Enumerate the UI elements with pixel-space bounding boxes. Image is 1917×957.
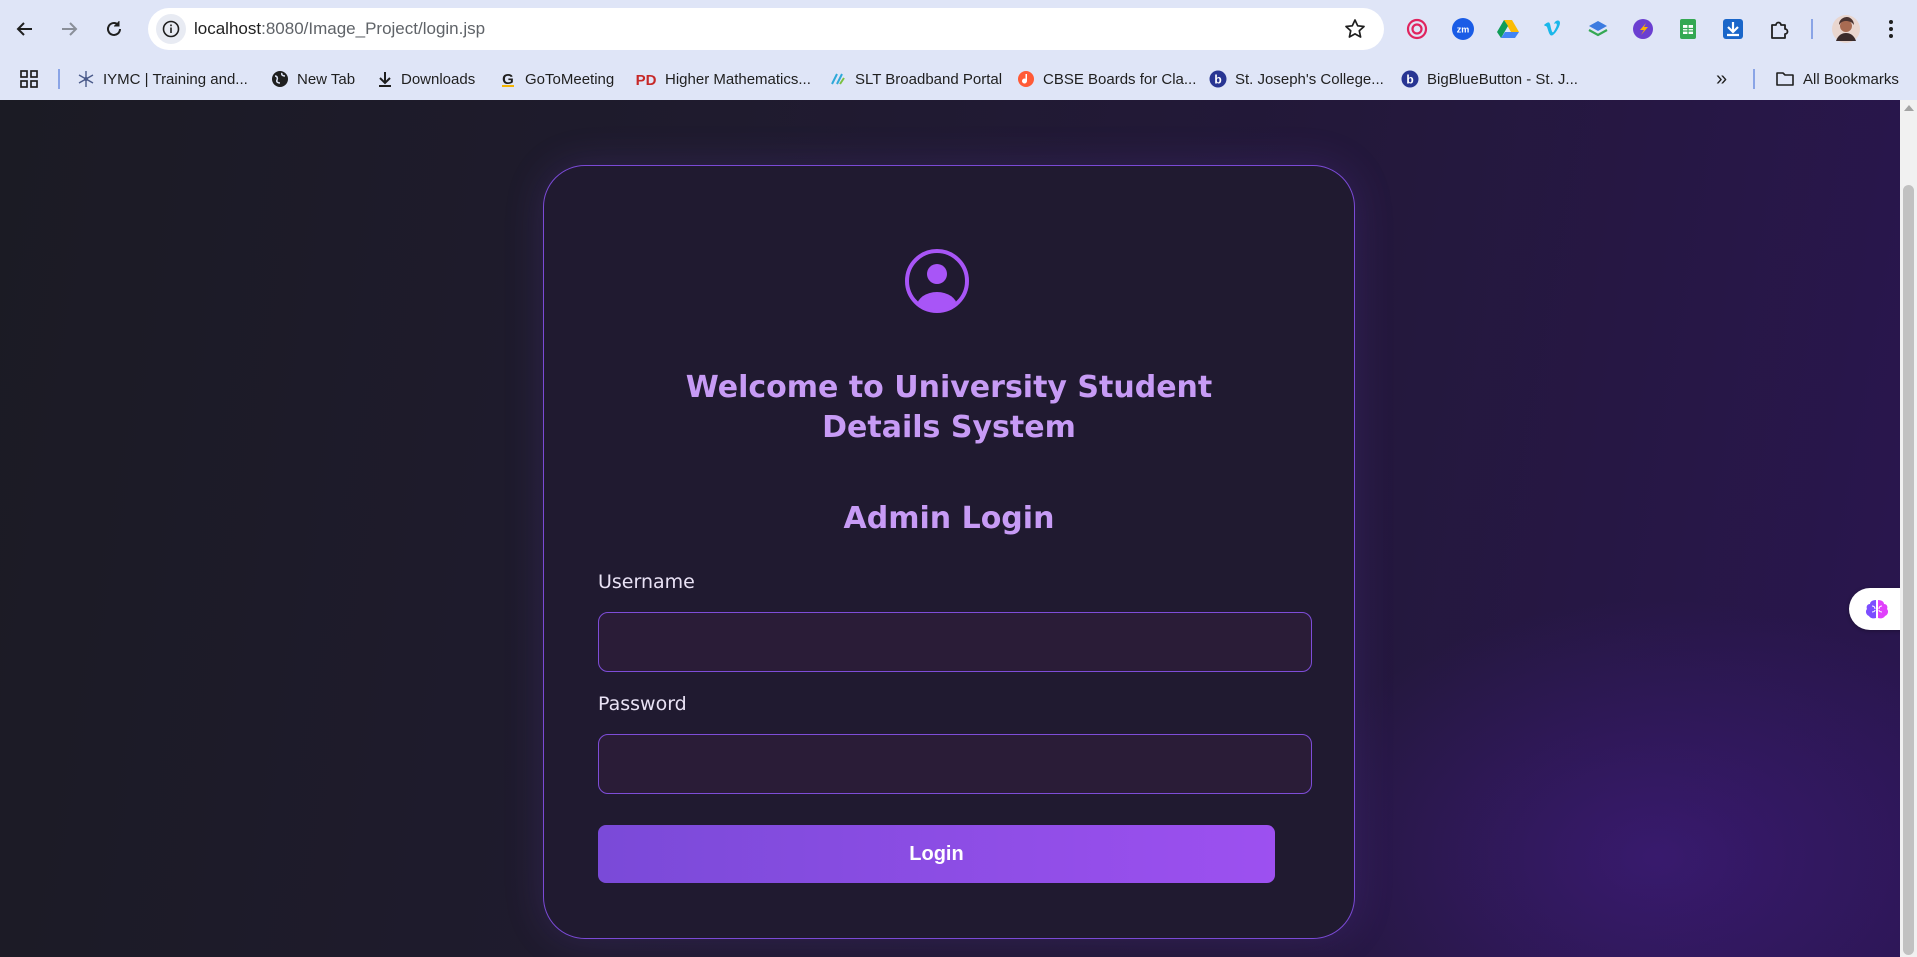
gotomeeting-icon: G: [502, 71, 514, 88]
iymc-icon: [78, 71, 94, 87]
globe-icon: [272, 71, 288, 87]
extension-layers[interactable]: [1584, 15, 1612, 43]
welcome-title: Welcome to University Student Details Sy…: [685, 370, 1213, 445]
scrollbar-thumb[interactable]: [1903, 185, 1914, 955]
username-input[interactable]: [598, 612, 1312, 672]
login-button[interactable]: Login: [598, 825, 1275, 883]
extension-vimeo[interactable]: [1539, 15, 1567, 43]
bookmark-bigbluebutton[interactable]: b BigBlueButton - St. J...: [1401, 67, 1578, 91]
back-button[interactable]: [7, 11, 43, 47]
bookmark-label: SLT Broadband Portal: [855, 70, 1003, 88]
bookmark-new-tab[interactable]: New Tab: [271, 67, 355, 91]
sheets-icon: [1680, 19, 1696, 39]
music-note-icon: [1018, 71, 1034, 87]
forward-button[interactable]: [51, 11, 87, 47]
double-chevron-icon: »: [1716, 67, 1728, 90]
apps-grid-icon: [20, 70, 38, 88]
bigbluebutton-icon: b: [1209, 70, 1227, 88]
bookmark-iymc[interactable]: IYMC | Training and...: [77, 67, 248, 91]
bookmark-label: CBSE Boards for Cla...: [1043, 70, 1197, 88]
toolbar-separator: [1811, 19, 1813, 39]
apps-button[interactable]: [19, 67, 39, 91]
arrow-left-icon: [16, 22, 32, 36]
url-text[interactable]: localhost:8080/Image_Project/login.jsp: [194, 19, 485, 39]
svg-text:PD: PD: [636, 72, 657, 88]
bookmark-label: Downloads: [401, 70, 476, 88]
extension-download[interactable]: [1719, 15, 1747, 43]
password-label: Password: [598, 693, 687, 715]
layers-icon: [1588, 21, 1608, 37]
bookmark-label: St. Joseph's College...: [1235, 70, 1384, 88]
bookmark-cbse-boards[interactable]: CBSE Boards for Cla...: [1017, 67, 1196, 91]
puzzle-icon: [1771, 21, 1789, 39]
info-icon: [162, 20, 180, 38]
google-drive-icon: [1497, 20, 1519, 38]
username-label: Username: [598, 571, 695, 593]
site-info-button[interactable]: [156, 14, 186, 44]
extensions-menu-button[interactable]: [1765, 15, 1793, 43]
slt-logo-icon: [831, 73, 845, 85]
extension-google-drive[interactable]: [1494, 15, 1522, 43]
reload-icon: [107, 21, 121, 36]
bookmark-higher-mathematics[interactable]: PD Higher Mathematics...: [635, 67, 811, 91]
bookmark-label: GoToMeeting: [525, 70, 615, 88]
bookmark-downloads[interactable]: Downloads: [377, 67, 475, 91]
svg-text:b: b: [1214, 73, 1221, 87]
login-card: Welcome to University Student Details Sy…: [543, 165, 1355, 939]
bookmark-label: New Tab: [297, 70, 356, 88]
extension-sheets[interactable]: [1674, 15, 1702, 43]
url-host: localhost: [194, 19, 262, 38]
reload-button[interactable]: [96, 11, 132, 47]
password-input[interactable]: [598, 734, 1312, 794]
user-avatar-icon: [905, 249, 969, 313]
browser-toolbar: localhost:8080/Image_Project/login.jsp z…: [0, 0, 1917, 58]
target-icon: [1406, 18, 1428, 40]
scroll-up-arrow-icon[interactable]: [1904, 105, 1914, 111]
admin-login-heading: Admin Login: [843, 501, 1055, 536]
folder-icon: [1776, 72, 1794, 86]
profile-avatar-icon: [1832, 15, 1860, 43]
svg-text:b: b: [1406, 73, 1413, 87]
bookmark-gotomeeting[interactable]: G GoToMeeting: [499, 67, 614, 91]
bookmark-label: Higher Mathematics...: [665, 70, 811, 88]
bookmarks-overflow-button[interactable]: »: [1716, 67, 1727, 91]
bookmark-label: BigBlueButton - St. J...: [1427, 70, 1578, 88]
arrow-right-icon: [62, 22, 78, 36]
bookmark-st-josephs[interactable]: b St. Joseph's College...: [1209, 67, 1384, 91]
vimeo-icon: [1544, 20, 1560, 36]
extension-compass[interactable]: [1629, 15, 1657, 43]
star-icon: [1345, 19, 1365, 38]
page-content: Welcome to University Student Details Sy…: [0, 100, 1917, 957]
profile-avatar-button[interactable]: [1830, 13, 1862, 45]
brain-icon: [1865, 600, 1888, 619]
side-assistant-widget[interactable]: [1849, 588, 1904, 630]
svg-text:zm: zm: [1457, 25, 1470, 35]
bookmark-label: IYMC | Training and...: [103, 70, 248, 88]
zoom-icon: zm: [1452, 18, 1474, 40]
address-bar[interactable]: localhost:8080/Image_Project/login.jsp: [148, 8, 1384, 50]
bigbluebutton-icon: b: [1401, 70, 1419, 88]
kebab-menu-icon: [1889, 20, 1893, 38]
extension-zoom[interactable]: zm: [1449, 15, 1477, 43]
browser-menu-button[interactable]: [1877, 15, 1905, 43]
bookmark-slt-broadband[interactable]: SLT Broadband Portal: [829, 67, 1002, 91]
vertical-scrollbar[interactable]: [1900, 100, 1917, 957]
bookmark-star-button[interactable]: [1344, 18, 1366, 45]
download-icon: [1723, 19, 1743, 39]
compass-icon: [1633, 19, 1653, 39]
extension-target[interactable]: [1403, 15, 1431, 43]
download-arrow-icon: [379, 72, 391, 87]
all-bookmarks-label: All Bookmarks: [1803, 70, 1899, 88]
pd-logo-icon: PD: [636, 72, 657, 88]
url-path: :8080/Image_Project/login.jsp: [261, 19, 486, 38]
bookmarks-separator: [58, 69, 60, 89]
bookmarks-bar: IYMC | Training and... New Tab Downloads…: [0, 58, 1917, 100]
bookmarks-separator: [1753, 69, 1755, 89]
all-bookmarks-button[interactable]: All Bookmarks: [1775, 67, 1899, 91]
